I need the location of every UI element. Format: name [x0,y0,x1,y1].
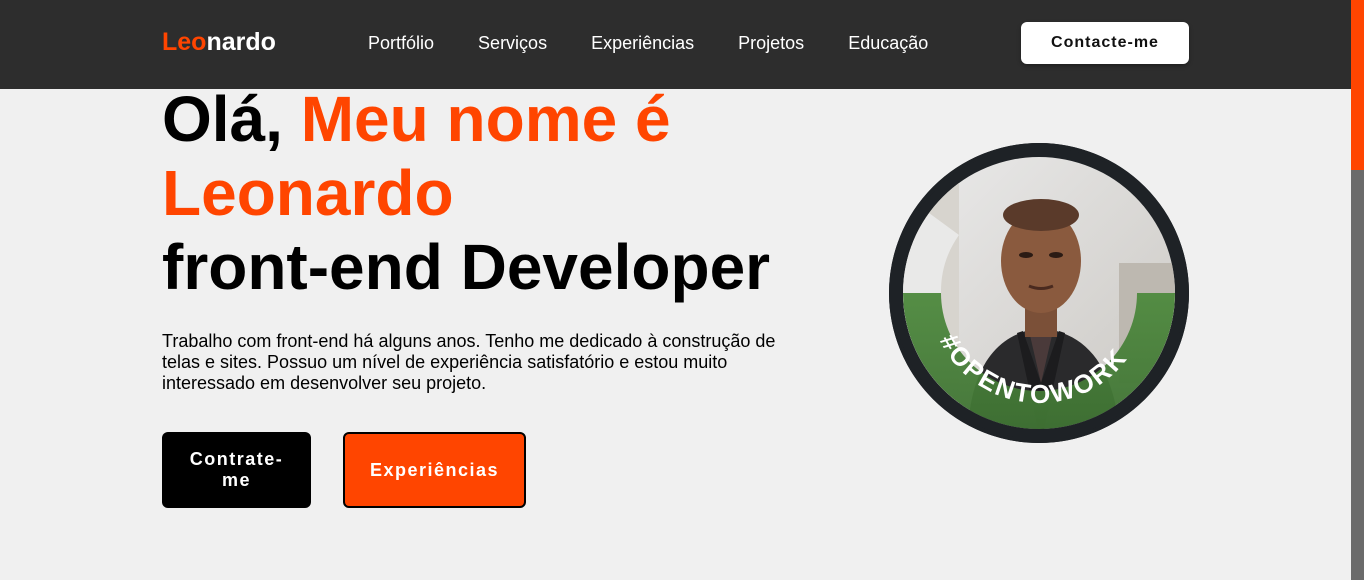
scrollbar-thumb[interactable] [1351,0,1364,170]
logo-rest: nardo [206,28,276,56]
page-scrollbar[interactable] [1351,0,1364,580]
experience-button[interactable]: Experiências [343,432,526,508]
profile-photo: #OPENTOWORK [889,143,1189,443]
site-header: Leonardo Portfólio Serviços Experiências… [0,0,1351,89]
avatar: #OPENTOWORK [889,143,1189,443]
nav-educacao[interactable]: Educação [848,33,928,54]
nav-experiencias[interactable]: Experiências [591,33,694,54]
nav-servicos[interactable]: Serviços [478,33,547,54]
hero-name-prefix: Meu nome é [300,83,671,155]
nav-portfolio[interactable]: Portfólio [368,33,434,54]
contact-button[interactable]: Contacte-me [1021,22,1189,64]
nav-projetos[interactable]: Projetos [738,33,804,54]
hero-name: Leonardo [162,157,454,229]
logo-accent: Leo [162,28,207,56]
hero-title: Olá, Meu nome é Leonardo front-end Develop… [162,82,842,304]
hero-description: Trabalho com front-end há alguns anos. T… [162,331,776,393]
hire-button[interactable]: Contrate-me [162,432,311,508]
hero-role: front-end Developer [162,231,771,303]
main-nav: Portfólio Serviços Experiências Projetos… [368,33,972,54]
logo[interactable]: Leonardo [162,28,276,57]
hero-greeting: Olá, [162,83,301,155]
